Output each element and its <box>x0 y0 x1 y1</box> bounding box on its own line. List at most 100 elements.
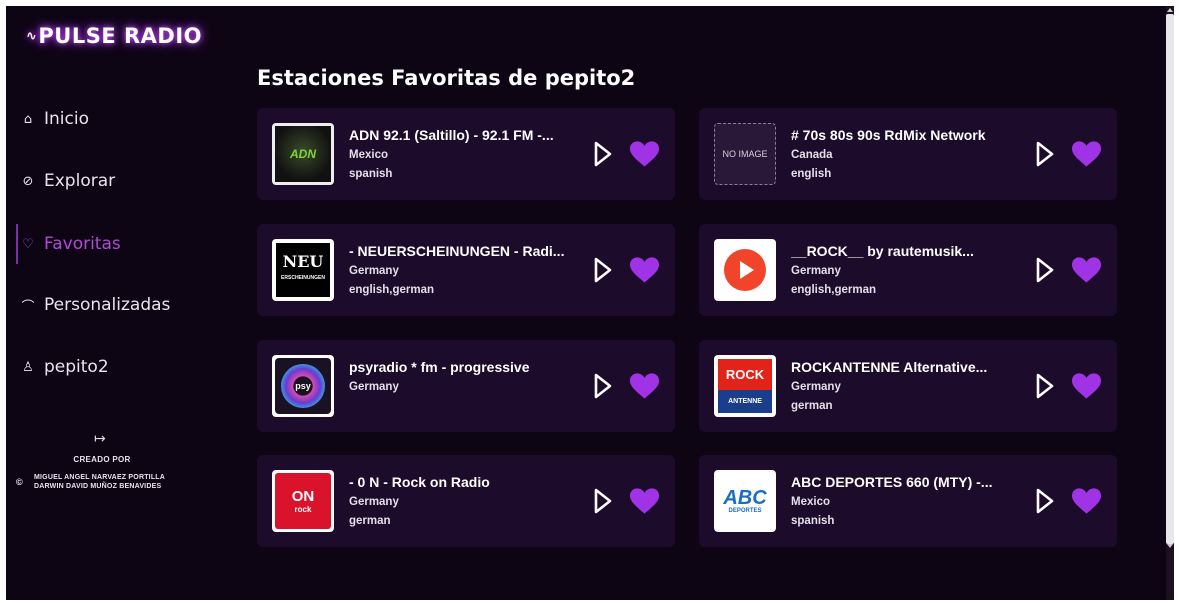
station-country: Mexico <box>349 149 388 161</box>
heart-filled-icon[interactable] <box>1071 256 1102 284</box>
station-logo-text: NEU <box>282 252 324 271</box>
station-country: Germany <box>349 496 399 508</box>
app-logo-text: PULSE RADIO <box>38 24 203 48</box>
station-language: english,german <box>791 284 876 296</box>
sidebar-item-personalizadas[interactable]: ⌒ Personalizadas <box>20 285 200 325</box>
station-country: Mexico <box>791 496 830 508</box>
station-language: spanish <box>791 515 835 527</box>
station-language: spanish <box>349 168 393 180</box>
station-logo-art: NEU ERSCHEINUNGEN <box>276 243 330 297</box>
page-title: Estaciones Favoritas de pepito2 <box>257 66 636 90</box>
play-icon[interactable] <box>1035 372 1055 400</box>
sidebar-item-label: Inicio <box>44 109 89 129</box>
station-card[interactable]: ABC DEPORTES ABC DEPORTES 660 (MTY) -...… <box>699 455 1117 547</box>
station-logo-placeholder: NO IMAGE <box>714 123 776 185</box>
logout-icon[interactable]: ↦ <box>94 430 106 447</box>
play-icon[interactable] <box>593 140 613 168</box>
station-logo-art: ROCK ANTENNE <box>718 359 772 413</box>
station-logo-subtext: ANTENNE <box>718 389 772 413</box>
heart-filled-icon[interactable] <box>1071 372 1102 400</box>
credit-names: MIGUEL ANGEL NARVAEZ PORTILLA DARWIN DAV… <box>34 473 165 491</box>
pulse-icon: ∿ <box>26 28 38 44</box>
station-language: english,german <box>349 284 434 296</box>
play-icon[interactable] <box>1035 140 1055 168</box>
station-logo-art: psy <box>275 358 331 414</box>
sidebar-item-label: Personalizadas <box>44 295 171 315</box>
app-logo[interactable]: ∿ PULSE RADIO <box>26 24 202 48</box>
scroll-up-icon[interactable] <box>1167 8 1173 12</box>
heart-icon: ♡ <box>22 236 34 252</box>
sidebar-item-label: Favoritas <box>44 234 121 254</box>
credit-title: CREADO POR <box>73 455 131 464</box>
sidebar-item-favoritas[interactable]: ♡ Favoritas <box>20 224 200 264</box>
station-logo-text: ROCK <box>718 359 772 390</box>
station-logo <box>714 239 776 301</box>
play-circle-icon <box>724 249 766 291</box>
station-logo: ADN <box>272 123 334 185</box>
heart-filled-icon[interactable] <box>629 140 660 168</box>
heart-filled-icon[interactable] <box>629 256 660 284</box>
station-country: Canada <box>791 149 833 161</box>
copyright-icon: © <box>16 477 23 487</box>
heart-filled-icon[interactable] <box>1071 487 1102 515</box>
sidebar-item-explorar[interactable]: ⊘ Explorar <box>20 161 200 201</box>
heart-filled-icon[interactable] <box>629 372 660 400</box>
play-icon[interactable] <box>1035 256 1055 284</box>
station-country: Germany <box>349 265 399 277</box>
play-icon[interactable] <box>1035 487 1055 515</box>
station-logo-art: ADN <box>275 126 331 182</box>
user-icon: ♙ <box>22 359 34 375</box>
home-icon: ⌂ <box>23 111 33 127</box>
station-logo-text: psy <box>281 364 325 408</box>
station-country: Germany <box>349 381 399 393</box>
station-logo: ON rock <box>272 470 334 532</box>
station-logo-text: ON <box>291 488 315 505</box>
station-language: german <box>791 400 833 412</box>
station-logo: NEU ERSCHEINUNGEN <box>272 239 334 301</box>
scroll-thumb[interactable] <box>1166 14 1174 544</box>
station-language: english <box>791 168 832 180</box>
compass-icon: ⊘ <box>22 173 34 189</box>
station-name: # 70s 80s 90s RdMix Network <box>791 127 986 143</box>
station-country: Germany <box>791 265 841 277</box>
station-name: - 0 N - Rock on Radio <box>349 474 490 490</box>
station-card[interactable]: NEU ERSCHEINUNGEN - NEUERSCHEINUNGEN - R… <box>257 224 675 316</box>
sidebar: ∿ PULSE RADIO ⌂ Inicio ⊘ Explorar ♡ Favo… <box>6 6 206 600</box>
station-card[interactable]: NO IMAGE # 70s 80s 90s RdMix Network Can… <box>699 108 1117 200</box>
station-logo: ABC DEPORTES <box>714 470 776 532</box>
sidebar-item-label: pepito2 <box>44 357 109 377</box>
sidebar-item-inicio[interactable]: ⌂ Inicio <box>20 99 200 139</box>
scrollbar[interactable] <box>1166 6 1174 600</box>
station-logo-subtext: ERSCHEINUNGEN <box>281 275 325 281</box>
station-card[interactable]: ADN ADN 92.1 (Saltillo) - 92.1 FM -... M… <box>257 108 675 200</box>
sidebar-item-label: Explorar <box>44 171 116 191</box>
station-logo-text: ABC <box>723 487 767 509</box>
scroll-down-icon[interactable] <box>1167 544 1173 548</box>
play-icon[interactable] <box>593 487 613 515</box>
sidebar-item-user[interactable]: ♙ pepito2 <box>20 347 200 387</box>
station-name: ADN 92.1 (Saltillo) - 92.1 FM -... <box>349 127 554 143</box>
station-logo-subtext: rock <box>294 505 312 514</box>
heart-filled-icon[interactable] <box>1071 140 1102 168</box>
active-indicator <box>16 224 18 264</box>
station-language: german <box>349 515 391 527</box>
headphones-icon: ⌒ <box>21 299 35 315</box>
heart-filled-icon[interactable] <box>629 487 660 515</box>
play-icon[interactable] <box>593 256 613 284</box>
station-card[interactable]: psy psyradio * fm - progressive Germany <box>257 340 675 432</box>
station-name: psyradio * fm - progressive <box>349 359 530 375</box>
play-icon[interactable] <box>593 372 613 400</box>
credit-line: MIGUEL ANGEL NARVAEZ PORTILLA <box>34 474 166 481</box>
station-card[interactable]: ROCK ANTENNE ROCKANTENNE Alternative... … <box>699 340 1117 432</box>
station-name: __ROCK__ by rautemusik... <box>791 243 974 259</box>
station-name: - NEUERSCHEINUNGEN - Radi... <box>349 243 565 259</box>
credit-line: DARWIN DAVID MUÑOZ BENAVIDES <box>34 483 162 490</box>
station-logo-art: ON rock <box>275 473 331 529</box>
station-name: ROCKANTENNE Alternative... <box>791 359 988 375</box>
station-card[interactable]: __ROCK__ by rautemusik... Germany englis… <box>699 224 1117 316</box>
station-logo-subtext: DEPORTES <box>728 508 762 514</box>
station-name: ABC DEPORTES 660 (MTY) -... <box>791 474 993 490</box>
app-window: ∿ PULSE RADIO ⌂ Inicio ⊘ Explorar ♡ Favo… <box>6 6 1174 600</box>
station-logo-art: ABC DEPORTES <box>723 488 766 514</box>
station-card[interactable]: ON rock - 0 N - Rock on Radio Germany ge… <box>257 455 675 547</box>
